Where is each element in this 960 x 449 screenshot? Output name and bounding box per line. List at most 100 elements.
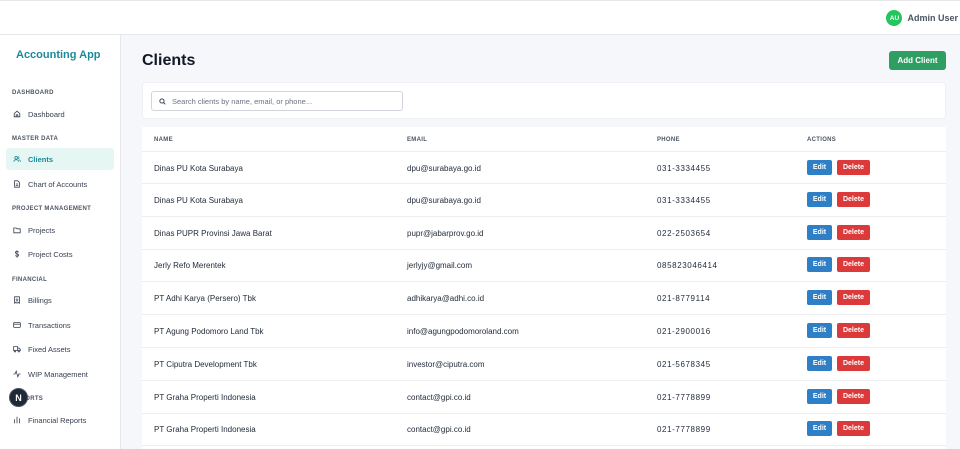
delete-button[interactable]: Delete xyxy=(837,224,870,240)
avatar[interactable]: AU xyxy=(886,10,903,26)
sidebar-item-chart-of-accounts[interactable]: Chart of Accounts xyxy=(6,173,114,195)
user-menu[interactable]: AU Admin User xyxy=(886,10,958,26)
table-row: PT Graha Properti Indonesia contact@gpi.c… xyxy=(142,381,946,414)
search-input[interactable] xyxy=(172,96,392,106)
client-email: pupr@jabarprov.go.id xyxy=(407,228,484,238)
sidebar-item-label: Billings xyxy=(28,295,52,305)
table-row: Jerly Refo Merentek jerlyjy@gmail.com 0858… xyxy=(142,249,946,283)
client-phone: 021-8779114 xyxy=(657,294,711,304)
edit-button[interactable]: Edit xyxy=(807,191,832,207)
sidebar-item-wip-management[interactable]: WIP Management xyxy=(6,363,114,385)
users-icon xyxy=(13,155,21,163)
client-phone: 022-2503654 xyxy=(657,228,711,238)
sidebar-item-projects[interactable]: Projects xyxy=(6,219,114,241)
delete-button[interactable]: Delete xyxy=(837,323,870,338)
delete-button[interactable]: Delete xyxy=(837,290,870,306)
client-email: investor@ciputra.com xyxy=(407,359,485,369)
home-icon xyxy=(13,110,21,118)
client-name: PT Adhi Karya (Persero) Tbk xyxy=(154,294,256,304)
edit-button[interactable]: Edit xyxy=(807,224,832,240)
client-phone: 021-7778899 xyxy=(657,392,711,402)
client-phone: 021-7778899 xyxy=(657,425,711,435)
sidebar-item-label: Chart of Accounts xyxy=(28,179,88,189)
sidebar: Accounting App DASHBOARD Dashboard MASTE… xyxy=(0,35,121,449)
sidebar-item-label: WIP Management xyxy=(28,369,88,379)
sidebar-item-label: Clients xyxy=(28,154,54,164)
table-row: PT Agung Podomoro Land Tbk info@agungpodo… xyxy=(142,315,946,348)
receipt-icon xyxy=(13,296,21,304)
edit-button[interactable]: Edit xyxy=(807,355,832,371)
search-icon xyxy=(159,92,166,110)
client-phone: 021-5678345 xyxy=(657,359,711,369)
edit-button[interactable]: Edit xyxy=(807,257,832,273)
sidebar-item-financial-reports[interactable]: Financial Reports xyxy=(6,409,114,431)
sidebar-item-project-costs[interactable]: Project Costs xyxy=(6,243,114,265)
delete-button[interactable]: Delete xyxy=(837,355,870,371)
credit-card-icon xyxy=(13,321,21,329)
column-header-name: NAME xyxy=(154,137,173,143)
page-title: Clients xyxy=(142,52,196,69)
sidebar-item-fixed-assets[interactable]: Fixed Assets xyxy=(6,338,114,360)
client-phone: 031-3334455 xyxy=(657,164,711,173)
column-header-email: EMAIL xyxy=(407,137,428,143)
client-email: dpu@surabaya.go.id xyxy=(407,195,481,205)
folder-icon xyxy=(13,226,21,234)
section-master-data: MASTER DATA xyxy=(12,136,59,142)
app-brand[interactable]: Accounting App xyxy=(16,49,101,61)
top-bar: AU Admin User xyxy=(0,0,960,35)
user-name[interactable]: Admin User xyxy=(907,13,958,23)
delete-button[interactable]: Delete xyxy=(837,388,870,404)
client-phone: 031-3334455 xyxy=(657,195,711,205)
sidebar-item-clients[interactable]: Clients xyxy=(6,148,114,170)
client-name: Dinas PU Kota Surabaya xyxy=(154,195,243,205)
clients-table: NAME EMAIL PHONE ACTIONS Dinas PU Kota S… xyxy=(142,127,946,449)
delete-button[interactable]: Delete xyxy=(837,191,870,207)
sidebar-item-transactions[interactable]: Transactions xyxy=(6,314,114,336)
client-phone: 085823046414 xyxy=(657,261,718,271)
delete-button[interactable]: Delete xyxy=(837,421,870,437)
section-project-management: PROJECT MANAGEMENT xyxy=(12,206,92,212)
section-financial: FINANCIAL xyxy=(12,277,48,283)
table-row: Dinas PU Kota Surabaya dpu@surabaya.go.id… xyxy=(142,151,946,184)
client-name: PT Graha Properti Indonesia xyxy=(154,392,256,402)
edit-button[interactable]: Edit xyxy=(807,290,832,306)
client-phone: 021-2900016 xyxy=(657,327,711,336)
add-client-button[interactable]: Add Client xyxy=(889,51,946,70)
table-row: PT Adhi Karya (Persero) Tbk adhikarya@adh… xyxy=(142,282,946,316)
report-icon xyxy=(13,416,21,424)
client-name: PT Ciputra Development Tbk xyxy=(154,359,257,369)
edit-button[interactable]: Edit xyxy=(807,160,832,175)
client-name: PT Graha Properti Indonesia xyxy=(154,425,256,435)
client-name: Dinas PU Kota Surabaya xyxy=(154,164,243,173)
sidebar-item-billings[interactable]: Billings xyxy=(6,289,114,311)
dollar-icon xyxy=(13,250,21,258)
client-email: info@agungpodomoroland.com xyxy=(407,327,519,336)
search-field[interactable] xyxy=(151,91,403,111)
file-text-icon xyxy=(13,180,21,188)
section-dashboard: DASHBOARD xyxy=(12,90,54,96)
edit-button[interactable]: Edit xyxy=(807,388,832,404)
sidebar-item-label: Dashboard xyxy=(28,109,65,119)
sidebar-item-label: Financial Reports xyxy=(28,415,87,425)
table-row: Dinas PU Kota Surabaya dpu@surabaya.go.id… xyxy=(142,184,946,217)
nextjs-badge[interactable]: N xyxy=(9,388,28,407)
client-email: adhikarya@adhi.co.id xyxy=(407,294,485,304)
client-name: Dinas PUPR Provinsi Jawa Barat xyxy=(154,228,272,238)
edit-button[interactable]: Edit xyxy=(807,421,832,437)
search-card xyxy=(142,82,946,119)
sidebar-item-label: Transactions xyxy=(28,320,71,330)
column-header-phone: PHONE xyxy=(657,137,680,143)
sidebar-item-label: Projects xyxy=(28,225,56,235)
table-row: PT Ciputra Development Tbk investor@ciput… xyxy=(142,348,946,381)
client-name: Jerly Refo Merentek xyxy=(154,261,226,271)
edit-button[interactable]: Edit xyxy=(807,323,832,338)
table-row: PT Graha Properti Indonesia contact@gpi.c… xyxy=(142,413,946,447)
client-name: PT Agung Podomoro Land Tbk xyxy=(154,327,264,336)
client-email: jerlyjy@gmail.com xyxy=(407,261,473,271)
sidebar-item-dashboard[interactable]: Dashboard xyxy=(6,103,114,125)
sidebar-item-label: Fixed Assets xyxy=(28,344,71,354)
client-email: contact@gpi.co.id xyxy=(407,392,471,402)
delete-button[interactable]: Delete xyxy=(837,257,870,273)
client-email: dpu@surabaya.go.id xyxy=(407,164,481,173)
delete-button[interactable]: Delete xyxy=(837,160,870,175)
